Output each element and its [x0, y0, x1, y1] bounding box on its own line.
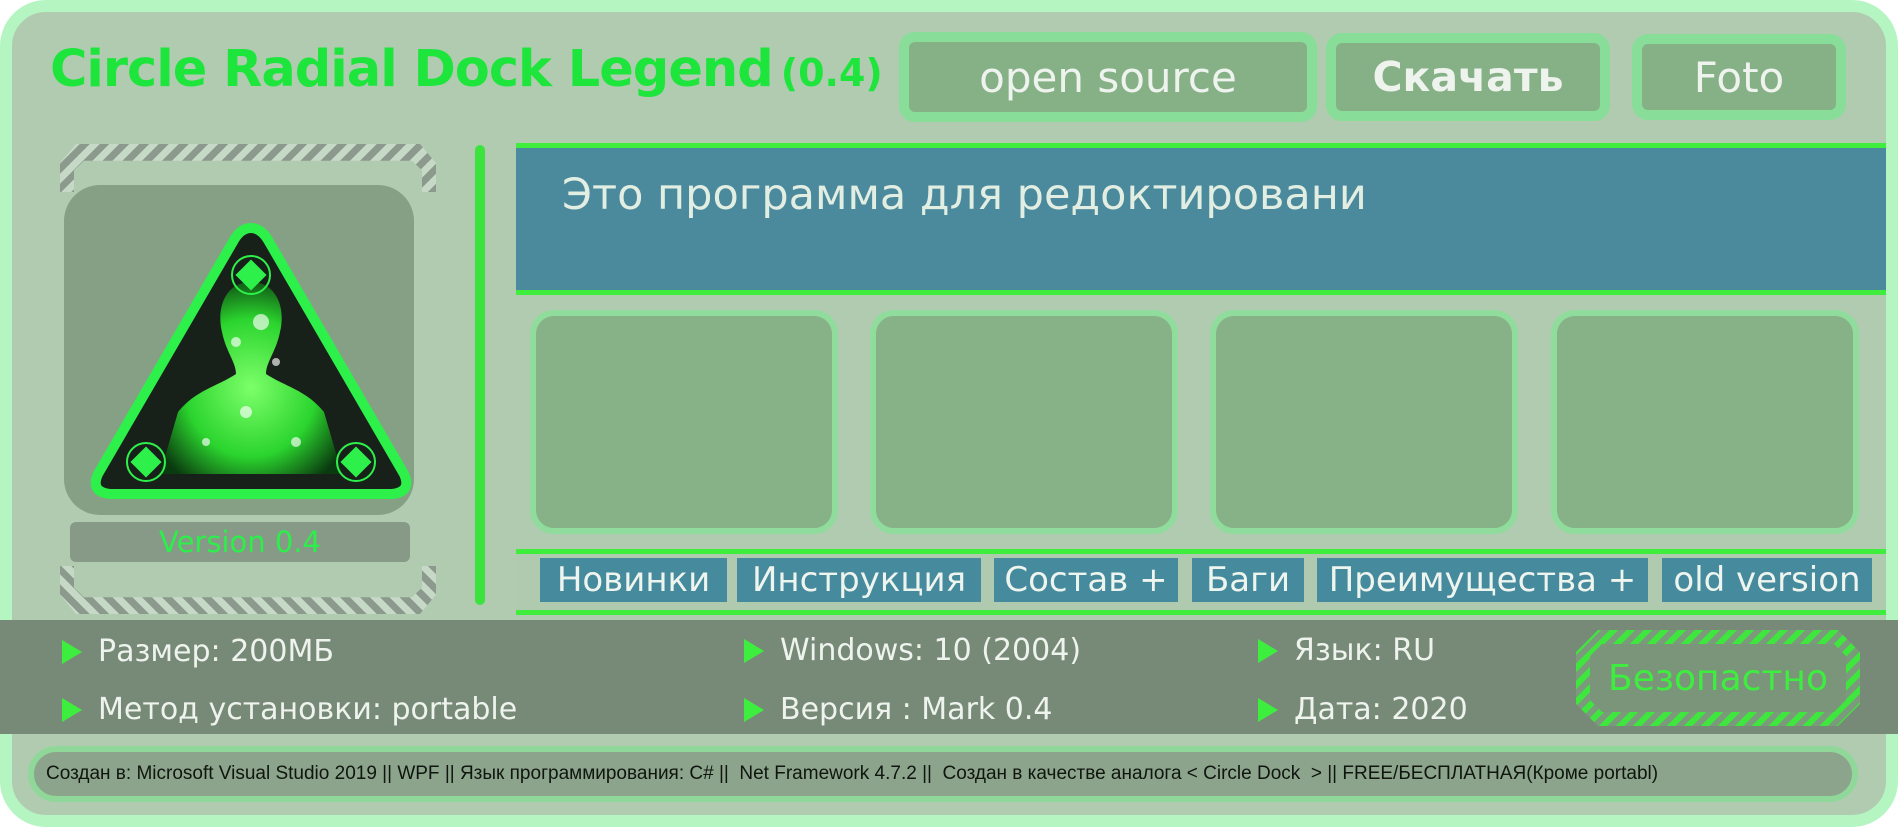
title-text: Circle Radial Dock Legend	[50, 40, 774, 99]
foto-button[interactable]: Foto	[1632, 34, 1846, 120]
page-title: Circle Radial Dock Legend (0.4)	[50, 40, 883, 99]
info-install-method: Метод установки: portable	[62, 692, 517, 727]
play-bullet-icon	[62, 697, 82, 722]
screenshot-card-1[interactable]	[530, 310, 838, 534]
info-windows: Windows: 10 (2004)	[744, 633, 1081, 668]
safe-badge-label: Безопастно	[1590, 644, 1846, 712]
open-source-button[interactable]: open source	[899, 32, 1317, 122]
screenshot-card-2[interactable]	[870, 310, 1178, 534]
version-label: Version 0.4	[70, 522, 410, 562]
triangle-avatar-icon	[90, 222, 412, 499]
safe-badge: Безопастно	[1576, 630, 1860, 726]
info-language: Язык: RU	[1258, 633, 1435, 668]
description-panel: Это программа для редоктировани	[516, 143, 1886, 295]
play-bullet-icon	[62, 639, 82, 664]
info-size: Размер: 200МБ	[62, 634, 334, 669]
screenshot-card-3[interactable]	[1210, 310, 1518, 534]
info-version: Версия : Mark 0.4	[744, 692, 1053, 727]
download-button[interactable]: Скачать	[1326, 33, 1610, 121]
info-install-text: Метод установки: portable	[98, 692, 518, 727]
info-date: Дата: 2020	[1258, 692, 1468, 727]
play-bullet-icon	[744, 638, 764, 663]
info-date-text: Дата: 2020	[1294, 692, 1468, 727]
play-bullet-icon	[1258, 638, 1278, 663]
info-version-text: Версия : Mark 0.4	[780, 692, 1053, 727]
tab-bugs[interactable]: Баги	[1192, 558, 1304, 602]
play-bullet-icon	[1258, 697, 1278, 722]
info-windows-text: Windows: 10 (2004)	[780, 633, 1082, 668]
description-text: Это программа для редоктировани	[562, 170, 1367, 220]
title-version: (0.4)	[780, 51, 883, 95]
tab-composition[interactable]: Состав +	[994, 558, 1178, 602]
play-bullet-icon	[744, 697, 764, 722]
tab-advantages[interactable]: Преимущества +	[1317, 558, 1648, 602]
tab-old-version[interactable]: old version	[1662, 558, 1872, 602]
vertical-divider	[475, 145, 485, 605]
screenshot-card-4[interactable]	[1551, 310, 1859, 534]
info-size-text: Размер: 200МБ	[98, 634, 334, 669]
tab-news[interactable]: Новинки	[540, 558, 727, 602]
tab-instructions[interactable]: Инструкция	[737, 558, 981, 602]
info-language-text: Язык: RU	[1294, 633, 1436, 668]
footer-bar: Создан в: Microsoft Visual Studio 2019 |…	[28, 746, 1858, 802]
